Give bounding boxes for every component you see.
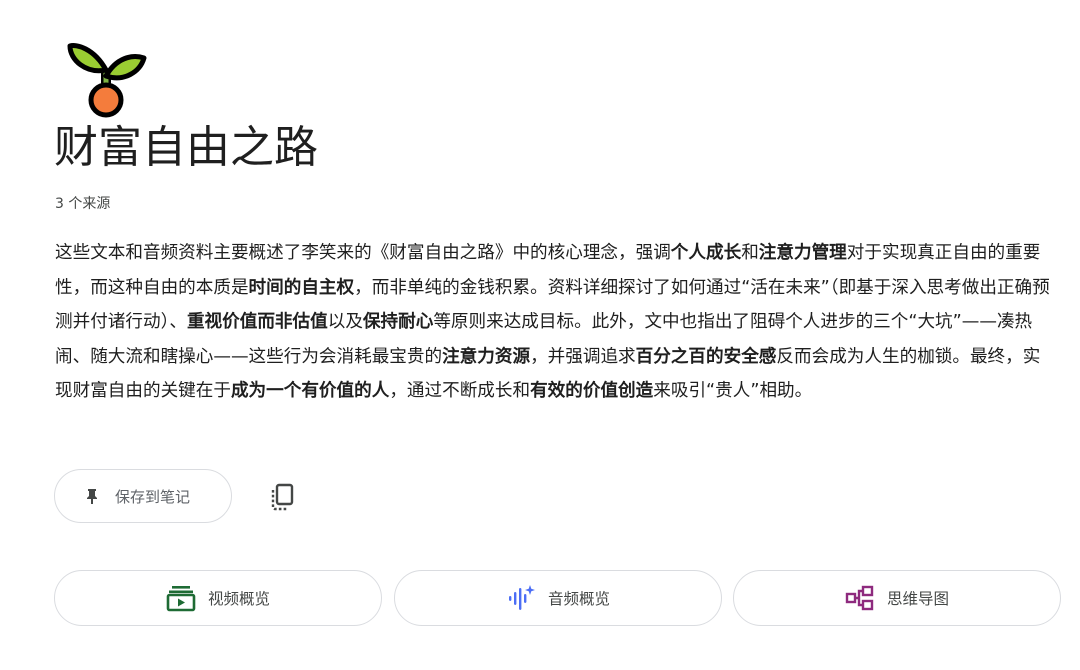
summary-text: 这些文本和音频资料主要概述了李笑来的《财富自由之路》中的核心理念，强调 [55, 243, 671, 263]
summary-text: ，通过不断成长和 [389, 381, 531, 401]
save-to-note-label: 保存到笔记 [115, 487, 191, 506]
summary-highlight: 重视价值而非估值 [186, 312, 328, 332]
summary-highlight: 有效的价值创造 [530, 381, 654, 401]
copy-button[interactable] [264, 479, 300, 515]
source-count: 3 个来源 [55, 196, 111, 212]
save-to-note-button[interactable]: 保存到笔记 [54, 469, 232, 523]
summary-text: ，并强调追求 [530, 346, 636, 367]
summary-text: 来吸引“贵人”相助。 [653, 381, 813, 401]
notebook-title: 财富自由之路 [54, 122, 318, 173]
audio-overview-label: 音频概览 [547, 590, 610, 608]
mind-map-button[interactable]: 思维导图 [733, 570, 1061, 626]
summary-highlight: 保持耐心 [362, 312, 434, 332]
summary-highlight: 成为一个有价值的人 [230, 381, 390, 401]
pin-icon [87, 489, 97, 504]
summary-text: 以及 [327, 312, 363, 332]
summary-highlight: 注意力资源 [442, 346, 531, 367]
summary-highlight: 时间的自主权 [248, 277, 355, 298]
video-overview-label: 视频概览 [207, 590, 270, 608]
summary-text: 和 [741, 243, 759, 263]
audio-overview-button[interactable]: 音频概览 [394, 570, 722, 626]
video-overview-button[interactable]: 视频概览 [54, 570, 382, 626]
audio-overview-icon [506, 583, 536, 613]
video-overview-icon [166, 583, 196, 613]
summary-highlight: 注意力管理 [758, 243, 847, 263]
summary-highlight: 个人成长 [670, 243, 742, 263]
mind-map-label: 思维导图 [886, 590, 949, 608]
notebook-emoji-icon [66, 40, 148, 118]
copy-icon [271, 483, 294, 511]
mind-map-icon [845, 583, 875, 613]
notebook-summary: 这些文本和音频资料主要概述了李笑来的《财富自由之路》中的核心理念，强调个人成长和… [55, 236, 1057, 409]
summary-highlight: 百分之百的安全感 [635, 346, 777, 367]
